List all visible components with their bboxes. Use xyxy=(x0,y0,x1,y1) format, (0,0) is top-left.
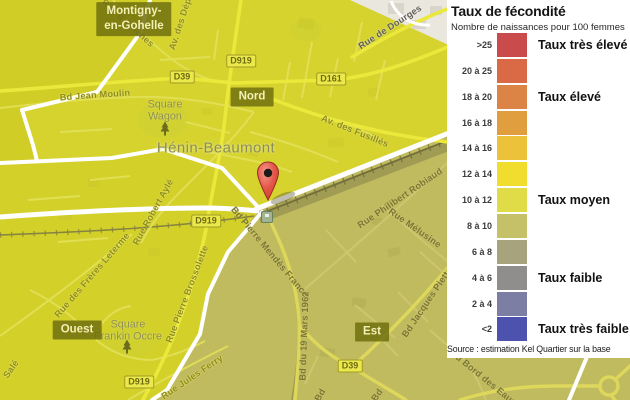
legend-range-label: 16 à 18 xyxy=(447,118,492,128)
legend-swatch xyxy=(497,292,527,316)
legend-panel: Taux de fécondité Nombre de naissances p… xyxy=(447,0,630,358)
legend-range-label: 4 à 6 xyxy=(447,273,492,283)
legend-swatch xyxy=(497,188,527,212)
legend-swatch xyxy=(497,33,527,57)
marker-pin-dot xyxy=(264,169,272,177)
legend-range-label: 10 à 12 xyxy=(447,195,492,205)
legend-swatch xyxy=(497,214,527,238)
legend-range-label: 14 à 16 xyxy=(447,143,492,153)
legend-swatch xyxy=(497,240,527,264)
map-marker-icon[interactable] xyxy=(253,160,283,204)
legend-range-label: 2 à 4 xyxy=(447,299,492,309)
legend-category-label: Taux très élevé xyxy=(538,38,627,52)
map-view[interactable]: Rue d'AthènesAv. des DépBd Jean MoulinRu… xyxy=(0,0,630,400)
train-station-icon[interactable] xyxy=(261,211,273,223)
city-label: Hénin-Beaumont xyxy=(157,140,275,157)
legend-category-label: Taux moyen xyxy=(538,193,610,207)
legend-swatch xyxy=(497,266,527,290)
legend-swatch xyxy=(497,111,527,135)
legend-range-label: 18 à 20 xyxy=(447,92,492,102)
legend-source: Source : estimation Kel Quartier sur la … xyxy=(447,344,630,354)
legend-range-label: 20 à 25 xyxy=(447,66,492,76)
legend-swatch xyxy=(497,85,527,109)
legend-title: Taux de fécondité xyxy=(451,3,566,19)
legend-swatch xyxy=(497,162,527,186)
legend-swatch xyxy=(497,136,527,160)
legend-category-label: Taux faible xyxy=(538,271,602,285)
legend-range-label: 6 à 8 xyxy=(447,247,492,257)
legend-range-label: <2 xyxy=(447,324,492,334)
legend-subtitle: Nombre de naissances pour 100 femmes xyxy=(451,22,625,33)
legend-range-label: 12 à 14 xyxy=(447,169,492,179)
marker-pin-shape xyxy=(258,162,279,200)
legend-swatch xyxy=(497,317,527,341)
legend-range-label: 8 à 10 xyxy=(447,221,492,231)
legend-category-label: Taux élevé xyxy=(538,90,601,104)
legend-category-label: Taux très faible xyxy=(538,322,629,336)
legend-swatch xyxy=(497,59,527,83)
legend-range-label: >25 xyxy=(447,40,492,50)
